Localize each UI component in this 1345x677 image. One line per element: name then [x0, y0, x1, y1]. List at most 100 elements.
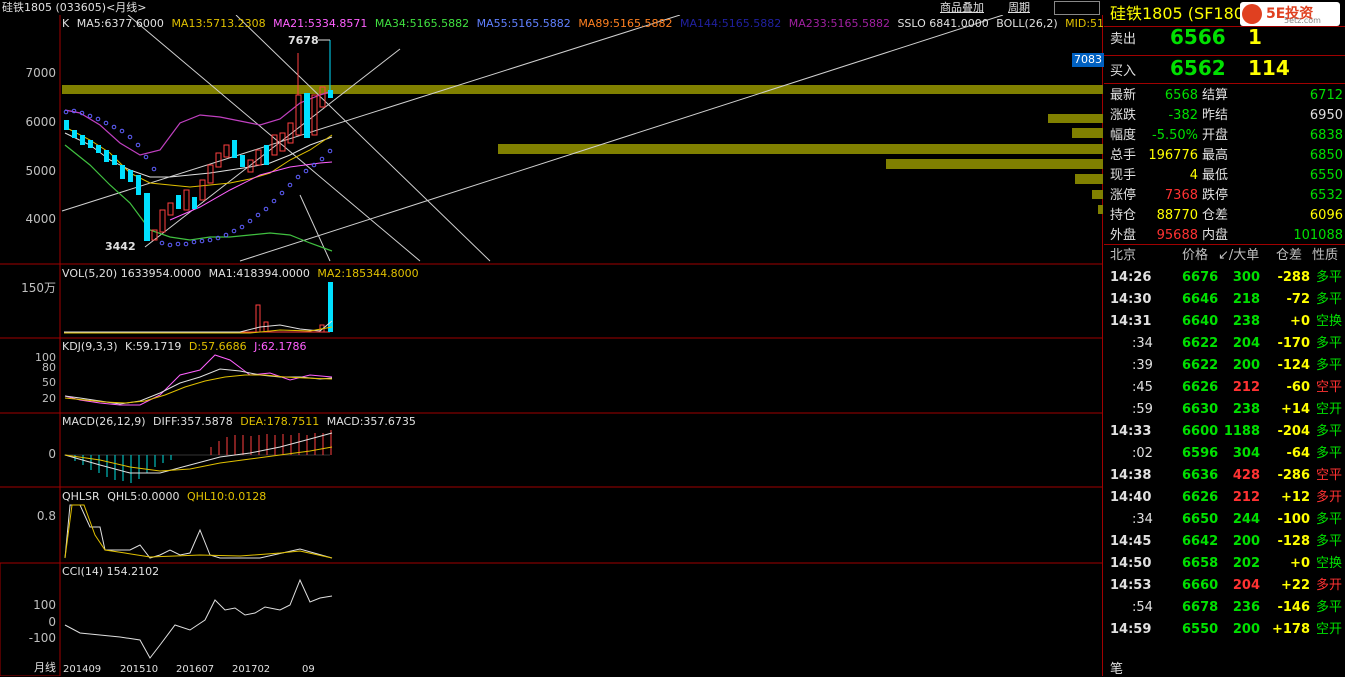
stat-label: 幅度 — [1110, 128, 1137, 143]
tick-row[interactable]: 14:31 6640 238 +0 空换 — [1104, 311, 1345, 333]
price-axis-label: 5000 — [25, 164, 56, 178]
tick-type: 多平 — [1316, 292, 1343, 307]
tick-time: :59 — [1132, 402, 1153, 417]
tick-row[interactable]: :39 6622 200 -124 多平 — [1104, 355, 1345, 377]
tick-type: 空开 — [1316, 622, 1343, 637]
vap-bar — [1075, 174, 1103, 184]
macd-header: MACD(26,12,9) DIFF:357.5878 DEA:178.7511… — [62, 415, 416, 428]
period-label[interactable]: 月线 — [34, 661, 56, 675]
tick-price: 6622 — [1182, 336, 1219, 351]
tick-price: 6678 — [1182, 600, 1219, 615]
kdj-axis-label: 80 — [42, 361, 56, 374]
tick-row[interactable]: :34 6622 204 -170 多平 — [1104, 333, 1345, 355]
tick-volume: 204 — [1232, 336, 1260, 351]
tick-type: 多平 — [1316, 424, 1343, 439]
tick-oi: -146 — [1277, 600, 1310, 615]
stat-row: 外盘 95688 内盘 101088 — [1110, 226, 1343, 246]
tick-row[interactable]: 14:59 6550 200 +178 空开 — [1104, 619, 1345, 641]
tick-price: 6626 — [1182, 380, 1219, 395]
stat-label: 昨结 — [1202, 108, 1229, 123]
vap-bar — [1092, 190, 1103, 199]
tick-row[interactable]: :34 6650 244 -100 多平 — [1104, 509, 1345, 531]
tick-time: 14:31 — [1110, 314, 1152, 329]
tick-price: 6650 — [1182, 512, 1219, 527]
stat-value: 6712 — [1309, 88, 1343, 103]
tick-type: 多开 — [1316, 490, 1343, 505]
stat-value: 6532 — [1309, 188, 1343, 203]
tick-type: 空换 — [1316, 314, 1343, 329]
tick-row[interactable]: 14:50 6658 202 +0 空换 — [1104, 553, 1345, 575]
stat-label: 仓差 — [1202, 208, 1229, 223]
tick-oi: -124 — [1277, 358, 1310, 373]
tick-volume: 304 — [1232, 446, 1260, 461]
cci-line — [64, 578, 333, 659]
stat-value: 4 — [1189, 168, 1198, 183]
tick-row[interactable]: 14:40 6626 212 +12 多开 — [1104, 487, 1345, 509]
tick-type: 空换 — [1316, 556, 1343, 571]
tick-volume: 236 — [1232, 600, 1260, 615]
gann-lines — [61, 15, 1004, 262]
tick-volume: 204 — [1232, 578, 1260, 593]
cycle-menu[interactable]: 周期 — [1008, 0, 1030, 15]
tick-row[interactable]: :54 6678 236 -146 多平 — [1104, 597, 1345, 619]
tick-time: 14:33 — [1110, 424, 1152, 439]
tick-oi: +178 — [1271, 622, 1310, 637]
vap-bar — [1072, 128, 1103, 138]
tick-price: 6626 — [1182, 490, 1219, 505]
tick-type: 空平 — [1316, 468, 1343, 483]
kdj-header: KDJ(9,3,3) K:59.1719 D:57.6686 J:62.1786 — [62, 340, 307, 353]
stat-value: 6096 — [1309, 208, 1343, 223]
vap-bar — [1048, 114, 1103, 123]
tick-row[interactable]: :45 6626 212 -60 空平 — [1104, 377, 1345, 399]
tick-type: 空开 — [1316, 402, 1343, 417]
volume-bars — [64, 282, 333, 334]
tick-row[interactable]: 14:53 6660 204 +22 多开 — [1104, 575, 1345, 597]
tick-price: 6676 — [1182, 270, 1219, 285]
tick-type: 多开 — [1316, 578, 1343, 593]
x-tick: 201607 — [176, 664, 215, 675]
stat-label: 最低 — [1202, 168, 1229, 183]
vap-bar — [62, 85, 1103, 94]
tick-oi: +22 — [1281, 578, 1310, 593]
tick-table-header: 北京 价格 ↙/大单 仓差 性质 — [1110, 248, 1339, 263]
stat-value: 88770 — [1156, 208, 1198, 223]
stat-label: 结算 — [1202, 88, 1229, 103]
chart-area[interactable]: K MA5:6377.6000 MA13:5713.2308 MA21:5334… — [0, 15, 1118, 676]
sell-volume: 1 — [1248, 25, 1262, 49]
overlay-menu[interactable]: 商品叠加 — [940, 0, 984, 15]
tick-price: 6630 — [1182, 402, 1219, 417]
tick-row[interactable]: 14:33 6600 1188 -204 多平 — [1104, 421, 1345, 443]
kdj-axis-label: 20 — [42, 392, 56, 405]
stat-label: 最新 — [1110, 88, 1137, 103]
cci-header: CCI(14) 154.2102 — [62, 565, 160, 578]
tick-oi: +0 — [1290, 314, 1310, 329]
tick-volume: 212 — [1232, 380, 1260, 395]
tick-row[interactable]: :59 6630 238 +14 空开 — [1104, 399, 1345, 421]
tick-row[interactable]: 14:26 6676 300 -288 多平 — [1104, 267, 1345, 289]
stat-label: 开盘 — [1202, 128, 1229, 143]
stat-label: 涨跌 — [1110, 108, 1137, 123]
stat-value: 6838 — [1309, 128, 1343, 143]
tick-row[interactable]: 14:30 6646 218 -72 多平 — [1104, 289, 1345, 311]
tick-type: 多平 — [1316, 534, 1343, 549]
stat-label: 外盘 — [1110, 228, 1137, 243]
cci-axis-label: 0 — [48, 615, 56, 629]
stat-label: 总手 — [1110, 148, 1137, 163]
macd-bars — [64, 430, 333, 483]
tick-time: :34 — [1132, 336, 1153, 351]
scroll-arrows-icon[interactable] — [1054, 1, 1100, 15]
stat-value: 6550 — [1309, 168, 1343, 183]
stat-row: 涨停 7368 跌停 6532 — [1110, 186, 1343, 206]
tick-time: 14:40 — [1110, 490, 1152, 505]
tick-row[interactable]: 14:38 6636 428 -286 空平 — [1104, 465, 1345, 487]
tick-row[interactable]: :02 6596 304 -64 多平 — [1104, 443, 1345, 465]
tick-time: 14:59 — [1110, 622, 1152, 637]
tick-price: 6642 — [1182, 534, 1219, 549]
tick-row[interactable]: 14:45 6642 200 -128 多平 — [1104, 531, 1345, 553]
tick-volume: 238 — [1232, 314, 1260, 329]
buy-volume: 114 — [1248, 56, 1290, 80]
tick-oi: +14 — [1281, 402, 1310, 417]
stat-row: 总手 196776 最高 6850 — [1110, 146, 1343, 166]
tick-price: 6600 — [1182, 424, 1219, 439]
sell-price: 6566 — [1170, 25, 1226, 49]
